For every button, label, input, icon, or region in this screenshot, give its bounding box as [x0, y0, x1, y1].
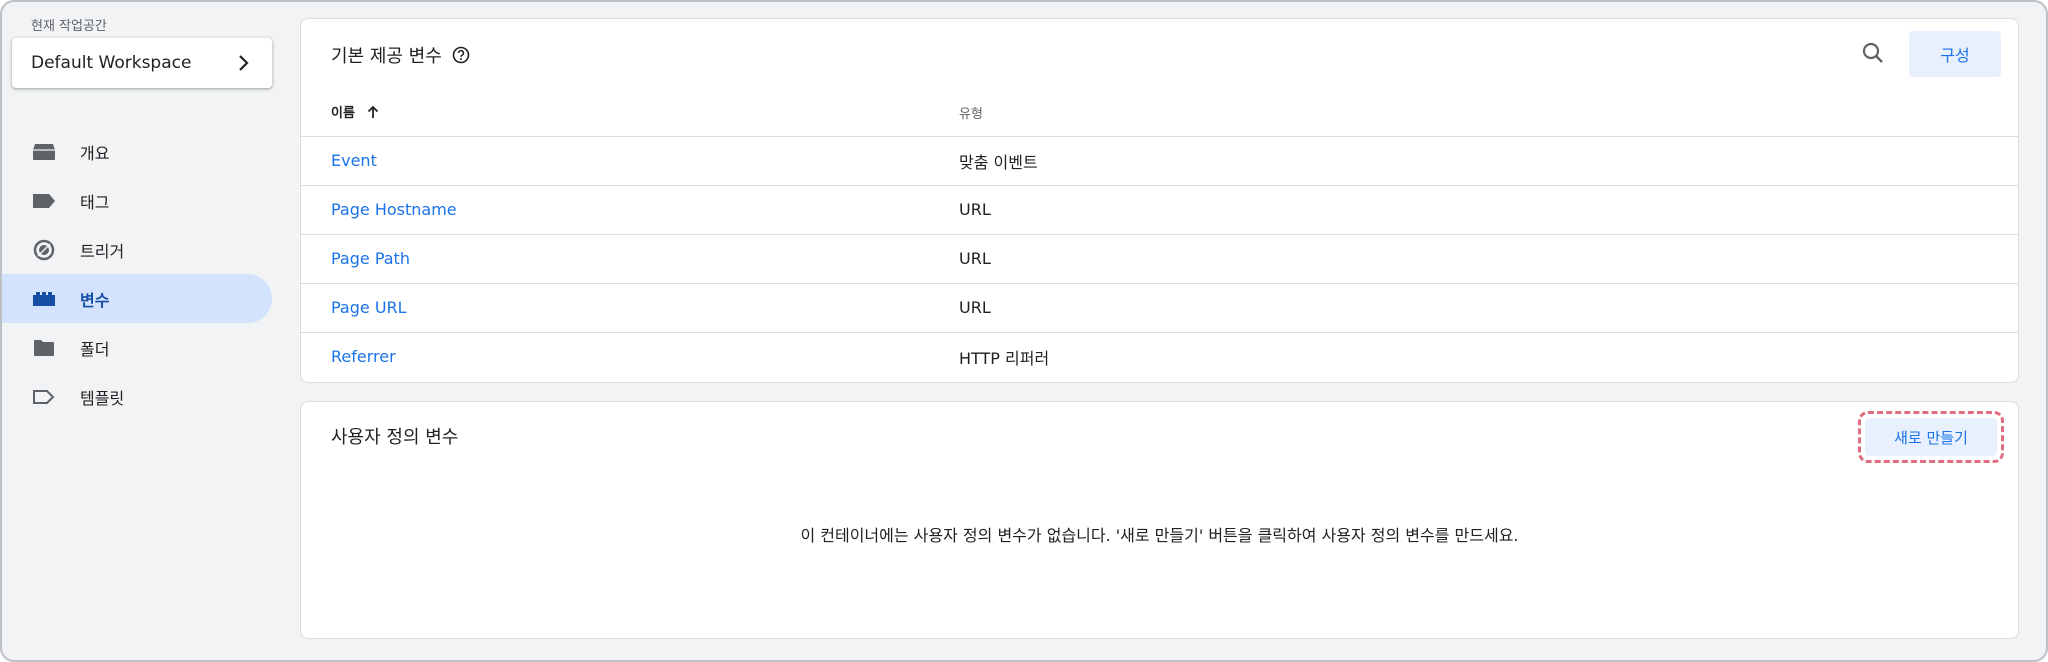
- sidebar-item-overview[interactable]: 개요: [2, 127, 272, 176]
- variable-link[interactable]: Event: [331, 151, 377, 170]
- variable-type: HTTP 리퍼러: [959, 348, 1050, 368]
- workspace-selector[interactable]: Default Workspace: [12, 38, 272, 88]
- custom-variables-title: 사용자 정의 변수: [331, 427, 459, 448]
- variable-link[interactable]: Referrer: [331, 347, 396, 366]
- column-header-name-label: 이름: [331, 106, 355, 122]
- overview-icon: [31, 141, 57, 163]
- configure-button[interactable]: 구성: [1909, 31, 2001, 77]
- help-icon[interactable]: [452, 46, 470, 64]
- sidebar-item-templates[interactable]: 템플릿: [2, 372, 272, 421]
- variable-type: URL: [929, 234, 2018, 284]
- sidebar-item-label: 트리거: [80, 241, 125, 261]
- new-button-highlight: 새로 만들기: [1858, 411, 2004, 463]
- tag-icon: [31, 190, 57, 212]
- variable-type: URL: [929, 283, 2018, 333]
- sidebar-item-label: 변수: [80, 290, 110, 310]
- sort-arrow-up-icon: [367, 105, 379, 123]
- sidebar-item-triggers[interactable]: 트리거: [2, 225, 272, 274]
- table-row: Referrer HTTP 리퍼러: [301, 332, 2018, 381]
- trigger-icon: [31, 239, 57, 261]
- sidebar-item-label: 개요: [80, 143, 110, 163]
- workspace-name: Default Workspace: [31, 53, 192, 73]
- table-header-row: 이름 유형: [301, 90, 2018, 137]
- column-header-name[interactable]: 이름: [301, 90, 929, 137]
- sidebar-item-label: 폴더: [80, 339, 110, 359]
- empty-state-message: 이 컨테이너에는 사용자 정의 변수가 없습니다. '새로 만들기' 버튼을 클…: [800, 526, 1519, 545]
- variable-type: 맞춤 이벤트: [929, 136, 2018, 186]
- variable-link[interactable]: Page Hostname: [331, 200, 457, 219]
- custom-variables-card: 사용자 정의 변수 새로 만들기 이 컨테이너에는 사용자 정의 변수가 없습니…: [300, 401, 2019, 639]
- variable-link[interactable]: Page URL: [331, 298, 407, 317]
- template-icon: [31, 386, 57, 408]
- chevron-right-icon: [234, 53, 254, 73]
- variable-link[interactable]: Page Path: [331, 249, 410, 268]
- app-frame: 현재 작업공간 Default Workspace 개요 태그 트리거 변수 폴…: [0, 0, 2048, 662]
- variable-type: URL: [929, 185, 2018, 235]
- new-variable-button[interactable]: 새로 만들기: [1865, 418, 1997, 456]
- card-title-text: 기본 제공 변수: [331, 46, 442, 67]
- builtin-variables-card: 기본 제공 변수 구성 이름 유형 Event 맞춤 이벤트 Page Host…: [300, 18, 2019, 383]
- folder-icon: [31, 337, 57, 359]
- builtin-variables-table: 이름 유형 Event 맞춤 이벤트 Page Hostname URL Pag…: [301, 90, 2018, 381]
- builtin-variables-title: 기본 제공 변수: [331, 42, 470, 68]
- sidebar-nav: 개요 태그 트리거 변수 폴더 템플릿: [2, 127, 272, 421]
- column-header-type: 유형: [929, 90, 2018, 137]
- sidebar: 현재 작업공간 Default Workspace 개요 태그 트리거 변수 폴…: [2, 2, 287, 660]
- search-button[interactable]: [1857, 39, 1889, 71]
- workspace-caption: 현재 작업공간: [31, 19, 107, 34]
- table-row: Page Hostname URL: [301, 185, 2018, 235]
- table-row: Page Path URL: [301, 234, 2018, 284]
- sidebar-item-tags[interactable]: 태그: [2, 176, 272, 225]
- sidebar-item-label: 태그: [80, 192, 110, 212]
- sidebar-item-label: 템플릿: [80, 388, 125, 408]
- variables-icon: [31, 288, 57, 310]
- sidebar-item-variables[interactable]: 변수: [2, 274, 272, 323]
- sidebar-item-folders[interactable]: 폴더: [2, 323, 272, 372]
- table-row: Event 맞춤 이벤트: [301, 136, 2018, 186]
- table-row: Page URL URL: [301, 283, 2018, 333]
- search-icon: [1862, 42, 1884, 68]
